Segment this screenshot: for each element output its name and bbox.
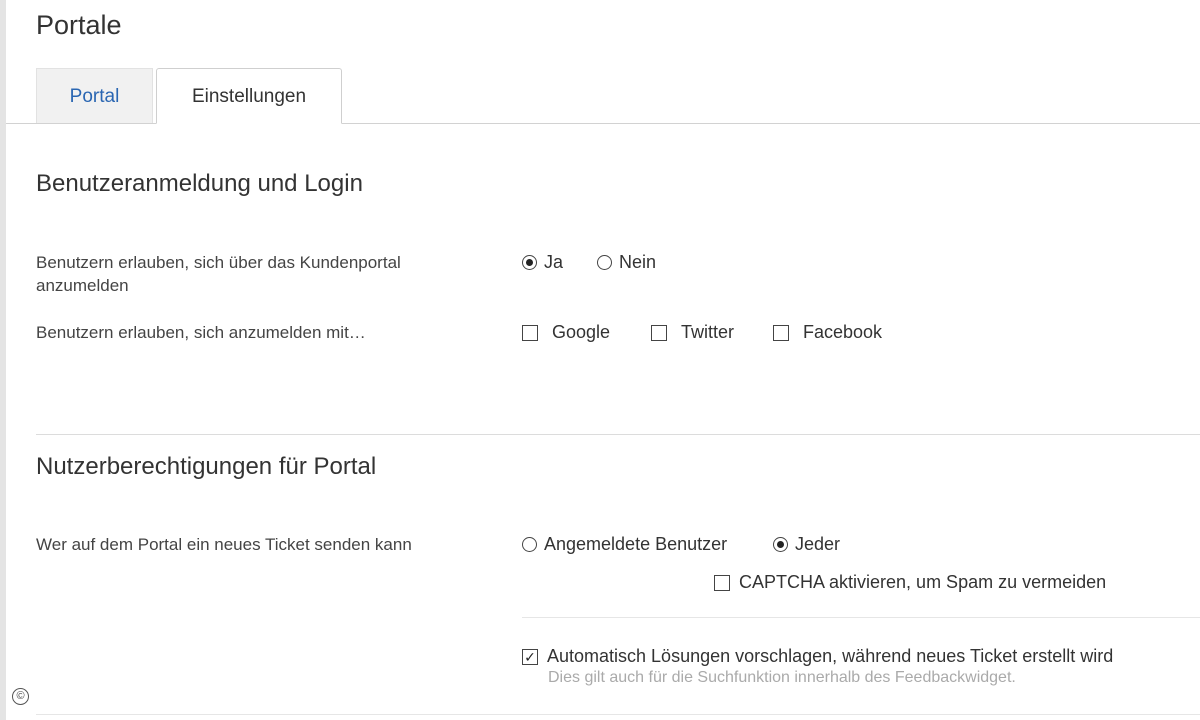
copyright-icon: © [12,688,29,705]
checkbox-indicator [651,324,667,341]
checkbox-google[interactable]: Google [522,322,610,343]
subsection-divider [522,617,1200,618]
section-title-login: Benutzeranmeldung und Login [36,170,363,197]
checkbox-indicator [773,324,789,341]
radio-indicator [522,255,537,270]
left-border [0,0,6,720]
tab-portal[interactable]: Portal [36,68,153,123]
section-divider [36,434,1200,435]
radio-label: Angemeldete Benutzer [544,534,728,554]
checkbox-auto-suggest[interactable]: ✓ Automatisch Lösungen vorschlagen, währ… [522,646,1113,667]
page-title: Portale [36,10,122,40]
checkbox-indicator [714,574,730,591]
new-ticket-label: Wer auf dem Portal ein neues Ticket send… [36,535,412,554]
checkbox-label: Automatisch Lösungen vorschlagen, währen… [547,646,1114,666]
radio-login-yes[interactable]: Ja [522,252,563,273]
radio-logged-in-users[interactable]: Angemeldete Benutzer [522,534,727,555]
radio-everyone[interactable]: Jeder [773,534,840,555]
radio-label: Jeder [795,534,841,554]
radio-indicator [597,255,612,270]
allow-portal-login-label: Benutzern erlauben, sich über das Kunden… [36,253,401,295]
tab-settings[interactable]: Einstellungen [156,68,342,124]
settings-page: Portale Portal Einstellungen Benutzeranm… [0,0,1200,720]
radio-label: Ja [544,252,564,272]
radio-login-no[interactable]: Nein [597,252,656,273]
allow-login-with-label: Benutzern erlauben, sich anzumelden mit… [36,323,366,342]
checkbox-label: Google [552,322,611,342]
checkbox-label: Facebook [803,322,883,342]
section-title-permissions: Nutzerberechtigungen für Portal [36,453,377,480]
checkbox-facebook[interactable]: Facebook [773,322,882,343]
radio-indicator [773,537,788,552]
radio-label: Nein [619,252,657,272]
checkbox-captcha[interactable]: CAPTCHA aktivieren, um Spam zu vermeiden [714,572,1106,593]
bottom-divider [36,714,1200,715]
checkbox-twitter[interactable]: Twitter [651,322,734,343]
checkbox-indicator: ✓ [522,648,538,665]
checkbox-indicator [522,324,538,341]
checkbox-label: CAPTCHA aktivieren, um Spam zu vermeiden [739,572,1107,592]
radio-indicator [522,537,537,552]
auto-suggest-hint: Dies gilt auch für die Suchfunktion inne… [548,669,1016,686]
checkbox-label: Twitter [681,322,735,342]
